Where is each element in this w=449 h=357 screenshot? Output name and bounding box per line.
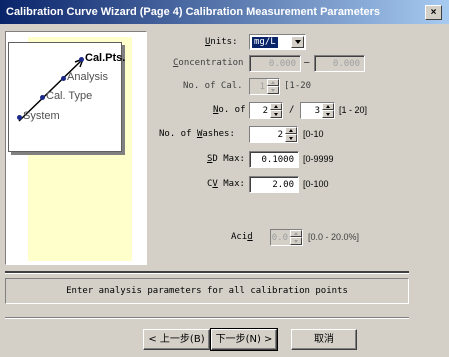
- step-analysis: Analysis: [67, 71, 108, 83]
- status-message: Enter analysis parameters for all calibr…: [5, 278, 409, 304]
- units-select-value: mg/L: [252, 37, 278, 48]
- concentration-from-field[interactable]: 0.000: [249, 55, 301, 72]
- close-button[interactable]: ×: [425, 5, 442, 20]
- no-of-second-value: 3: [314, 106, 320, 116]
- spin-buttons: [322, 103, 334, 118]
- acid-spinner[interactable]: 0.0: [270, 229, 303, 246]
- no-of-washes-spinner[interactable]: 2: [249, 126, 298, 143]
- no-of-first-value: 2: [262, 106, 268, 116]
- divider: [5, 317, 409, 319]
- concentration-to-field[interactable]: 0.000: [314, 55, 365, 72]
- no-of-first-spinner[interactable]: 2: [249, 102, 283, 119]
- spin-down-icon[interactable]: [290, 237, 302, 245]
- no-of-separator: /: [289, 105, 295, 115]
- close-icon: ×: [430, 7, 437, 18]
- no-of-cal-value: 1: [259, 82, 265, 92]
- spin-up-icon[interactable]: [267, 79, 279, 86]
- acid-label: Acid: [231, 232, 253, 242]
- step-bullet-icon: [79, 57, 84, 62]
- concentration-label: Concentration: [173, 58, 244, 68]
- chevron-down-icon[interactable]: [291, 36, 304, 48]
- cv-max-field[interactable]: 2.00: [249, 176, 299, 193]
- spin-buttons: [285, 127, 297, 142]
- no-of-washes-range: [0-10: [303, 129, 324, 139]
- wizard-side-panel: Cal.Pts. Analysis Cal. Type System: [5, 31, 147, 265]
- spin-up-icon[interactable]: [290, 230, 302, 237]
- no-of-cal-label: No. of Cal.: [183, 81, 243, 91]
- spin-down-icon[interactable]: [322, 110, 334, 118]
- next-button[interactable]: 下一步(N) >: [210, 328, 278, 351]
- no-of-cal-spinner[interactable]: 1: [249, 78, 280, 95]
- cv-max-range: [0-100: [303, 179, 329, 189]
- title-bar: Calibration Curve Wizard (Page 4) Calibr…: [0, 0, 449, 24]
- no-of-washes-value: 2: [277, 130, 283, 140]
- no-of-second-spinner[interactable]: 3: [300, 102, 335, 119]
- step-cal-type: Cal. Type: [46, 90, 93, 102]
- step-system: System: [23, 110, 60, 122]
- spin-buttons: [290, 230, 302, 245]
- steps-box: Cal.Pts. Analysis Cal. Type System: [8, 42, 126, 152]
- back-button[interactable]: < 上一步(B): [143, 329, 210, 350]
- spin-down-icon[interactable]: [267, 86, 279, 94]
- units-select[interactable]: mg/L: [249, 34, 306, 50]
- spin-buttons: [267, 79, 279, 94]
- cv-max-label: CV Max:: [207, 179, 245, 189]
- spin-down-icon[interactable]: [285, 134, 297, 142]
- divider: [5, 271, 409, 274]
- step-bullet-icon: [61, 76, 66, 81]
- concentration-separator: —: [304, 58, 310, 68]
- cancel-button[interactable]: 取消: [291, 329, 357, 350]
- spin-up-icon[interactable]: [322, 103, 334, 110]
- step-bullet-icon: [40, 95, 45, 100]
- no-of-range: [1 - 20]: [339, 105, 368, 115]
- wizard-steps-graphic: Cal.Pts. Analysis Cal. Type System: [6, 42, 126, 160]
- spin-up-icon[interactable]: [270, 103, 282, 110]
- no-of-washes-label: No. of Washes:: [159, 129, 235, 139]
- spin-down-icon[interactable]: [270, 110, 282, 118]
- step-bullet-icon: [17, 115, 22, 120]
- no-of-cal-range: [1-20: [284, 81, 312, 91]
- step-cal-pts: Cal.Pts.: [85, 52, 126, 64]
- window-title: Calibration Curve Wizard (Page 4) Calibr…: [6, 6, 381, 18]
- sd-max-range: [0-9999: [303, 154, 334, 164]
- acid-range: [0.0 - 20.0%]: [308, 232, 360, 242]
- no-of-label: No. of: [213, 105, 246, 115]
- spin-buttons: [270, 103, 282, 118]
- acid-value: 0.0: [271, 233, 288, 243]
- spin-up-icon[interactable]: [285, 127, 297, 134]
- sd-max-label: SD Max:: [207, 154, 245, 164]
- sd-max-field[interactable]: 0.1000: [249, 151, 299, 168]
- units-label: Units:: [205, 37, 238, 47]
